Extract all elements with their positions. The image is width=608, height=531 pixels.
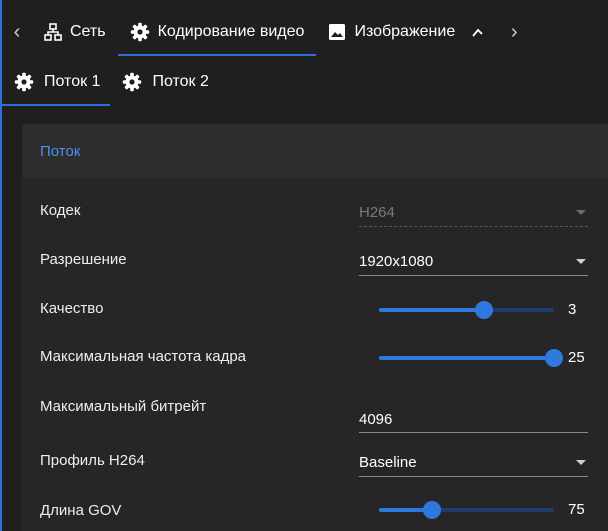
chevron-down-icon — [576, 460, 586, 465]
max-bitrate-value: 4096 — [359, 411, 393, 428]
tab-network-label: Сеть — [70, 23, 106, 40]
gov-length-label: Длина GOV — [40, 502, 122, 519]
tab-image[interactable]: Изображение — [316, 12, 459, 52]
max-bitrate-row: Максимальный битрейт 4096 — [22, 386, 608, 433]
codec-row: Кодек H264 — [22, 192, 608, 232]
tab-stream-2[interactable]: Поток 2 — [110, 62, 218, 102]
max-bitrate-label: Максимальный битрейт — [40, 398, 207, 415]
chart-line-icon — [471, 24, 487, 40]
codec-select: H264 — [359, 200, 588, 227]
quality-label: Качество — [40, 300, 104, 317]
profile-select[interactable]: Baseline — [359, 450, 588, 477]
gov-length-slider[interactable] — [379, 500, 554, 520]
tab-stream-2-label: Поток 2 — [152, 73, 209, 90]
slider-fill — [379, 356, 554, 360]
slider-fill — [379, 308, 484, 312]
chevron-down-icon — [576, 259, 586, 264]
resolution-select[interactable]: 1920x1080 — [359, 249, 588, 276]
max-fps-label: Максимальная частота кадра — [40, 348, 247, 365]
network-icon — [44, 23, 62, 41]
slider-thumb[interactable] — [422, 501, 441, 519]
panel-title: Поток — [22, 124, 608, 178]
max-bitrate-input[interactable]: 4096 — [359, 406, 588, 433]
tab-image-label: Изображение — [354, 23, 456, 40]
chevron-left-icon[interactable]: ‹ — [2, 12, 32, 52]
app-frame: ‹ Сеть Кодирование видео Изображение › П… — [0, 0, 608, 531]
quality-row: Качество 3 — [22, 290, 608, 330]
codec-label: Кодек — [40, 202, 81, 219]
max-fps-row: Максимальная частота кадра 25 — [22, 338, 608, 378]
tab-next-partial[interactable] — [459, 12, 499, 52]
image-icon — [328, 23, 346, 41]
stream-tab-bar: Поток 1 Поток 2 — [2, 62, 608, 106]
gear-icon — [130, 22, 150, 42]
gear-icon — [122, 72, 142, 92]
tab-video-encoding-label: Кодирование видео — [157, 23, 305, 40]
gov-length-row: Длина GOV 75 — [22, 490, 608, 530]
slider-thumb[interactable] — [475, 301, 493, 319]
resolution-label: Разрешение — [40, 251, 127, 268]
resolution-row: Разрешение 1920x1080 — [22, 241, 608, 281]
tab-network[interactable]: Сеть — [32, 12, 118, 52]
chevron-down-icon — [576, 210, 586, 215]
max-fps-value: 25 — [568, 349, 585, 366]
tab-stream-1-label: Поток 1 — [44, 73, 101, 90]
tab-video-encoding[interactable]: Кодирование видео — [117, 12, 317, 56]
slider-thumb[interactable] — [545, 349, 563, 367]
tab-stream-1[interactable]: Поток 1 — [2, 62, 111, 106]
codec-value: H264 — [359, 204, 395, 221]
chevron-right-icon[interactable]: › — [499, 12, 529, 52]
resolution-value: 1920x1080 — [359, 253, 434, 270]
profile-value: Baseline — [359, 454, 417, 471]
top-tab-bar: ‹ Сеть Кодирование видео Изображение › — [2, 12, 608, 56]
quality-slider[interactable] — [379, 300, 554, 320]
max-fps-slider[interactable] — [379, 348, 563, 368]
stream-settings-panel: Поток Кодек H264 Разрешение 1920x1080 Ка… — [22, 124, 608, 531]
gear-icon — [14, 72, 34, 92]
gov-length-value: 75 — [568, 501, 585, 518]
profile-label: Профиль H264 — [40, 452, 145, 469]
profile-row: Профиль H264 Baseline — [22, 442, 608, 482]
quality-value: 3 — [568, 301, 577, 318]
